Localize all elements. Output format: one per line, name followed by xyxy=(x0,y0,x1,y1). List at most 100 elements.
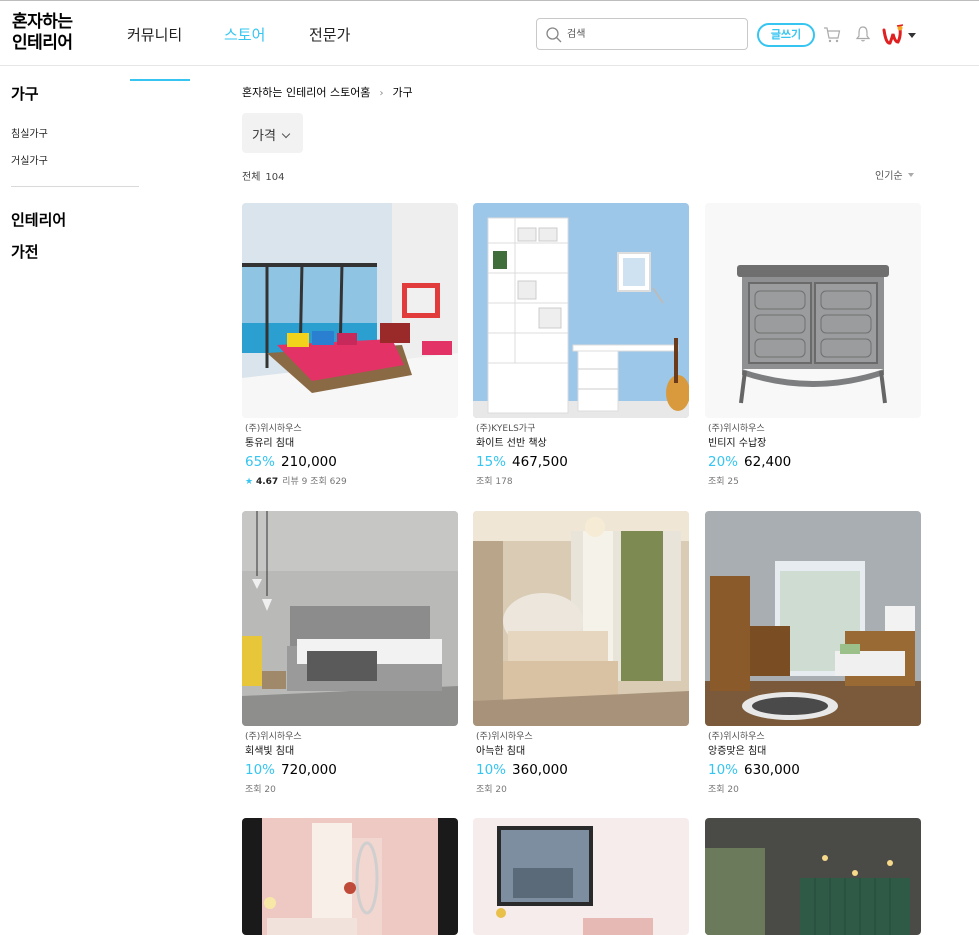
logo-line-2: 인테리어 xyxy=(12,33,73,53)
product-card[interactable] xyxy=(473,818,689,935)
product-price: 62,400 xyxy=(744,454,792,470)
total-number: 104 xyxy=(265,172,285,183)
sort-dropdown[interactable]: 인기순 xyxy=(875,167,914,182)
logo-line-1: 혼자하는 xyxy=(12,12,73,32)
breadcrumb: 혼자하는 인테리어 스토어홈 › 가구 xyxy=(242,84,413,100)
product-card[interactable]: (주)위시하우스 아늑한 침대 10% 360,000 조회 20 xyxy=(473,511,689,795)
cart-icon[interactable] xyxy=(823,26,841,44)
product-meta: ★ 4.67 리뷰 9 조회 629 xyxy=(242,474,458,487)
view-count: 조회 20 xyxy=(476,785,507,795)
product-card[interactable] xyxy=(242,818,458,935)
product-meta: 조회 20 xyxy=(473,782,689,795)
product-meta: 조회 20 xyxy=(705,782,921,795)
product-card[interactable]: (주)KYELS가구 화이트 선반 책상 15% 467,500 조회 178 xyxy=(473,203,689,487)
sidebar-item-livingroom[interactable]: 거실가구 xyxy=(11,152,48,167)
product-brand: (주)KYELS가구 xyxy=(476,424,536,434)
discount-rate: 65% xyxy=(245,454,276,470)
product-price-row: 15% 467,500 xyxy=(473,454,689,470)
product-name[interactable]: 회색빛 침대 xyxy=(242,746,458,758)
breadcrumb-current[interactable]: 가구 xyxy=(392,86,412,99)
nav-active-indicator xyxy=(130,79,190,81)
product-brand: (주)위시하우스 xyxy=(476,732,533,742)
product-image[interactable] xyxy=(705,511,921,726)
product-card[interactable]: (주)위시하우스 앙증맞은 침대 10% 630,000 조회 20 xyxy=(705,511,921,795)
chevron-down-icon xyxy=(281,129,291,139)
discount-rate: 10% xyxy=(476,762,507,778)
product-image[interactable] xyxy=(473,818,689,935)
product-image[interactable] xyxy=(242,203,458,418)
product-name[interactable]: 통유리 침대 xyxy=(242,438,458,450)
total-label: 전체 xyxy=(242,172,261,183)
shelf-desk-photo xyxy=(473,203,689,418)
product-card[interactable]: (주)위시하우스 통유리 침대 65% 210,000 ★ 4.67 리뷰 9 조회… xyxy=(242,203,458,487)
search-input[interactable] xyxy=(567,25,737,43)
product-name[interactable]: 아늑한 침대 xyxy=(473,746,689,758)
product-meta: 조회 20 xyxy=(242,782,458,795)
nav-store[interactable]: 스토어 xyxy=(224,24,265,45)
product-price-row: 10% 720,000 xyxy=(242,762,458,778)
total-count: 전체 104 xyxy=(242,168,285,183)
write-button[interactable]: 글쓰기 xyxy=(757,23,815,47)
sidebar-divider xyxy=(11,186,139,187)
discount-rate: 15% xyxy=(476,454,507,470)
product-brand: (주)위시하우스 xyxy=(245,732,302,742)
star-icon: ★ xyxy=(245,477,254,487)
product-image[interactable] xyxy=(242,818,458,935)
product-image[interactable] xyxy=(473,511,689,726)
top-header: 혼자하는 인테리어 커뮤니티 스토어 전문가 글쓰기 xyxy=(0,1,979,66)
product-brand: (주)위시하우스 xyxy=(708,732,765,742)
product-price-row: 10% 360,000 xyxy=(473,762,689,778)
cozy-bed-photo xyxy=(473,511,689,726)
sidebar-item-bedroom[interactable]: 침실가구 xyxy=(11,125,48,140)
product-image[interactable] xyxy=(705,818,921,935)
search-icon xyxy=(546,27,562,43)
sidebar-title[interactable]: 가구 xyxy=(11,83,39,104)
product-brand: (주)위시하우스 xyxy=(708,424,765,434)
discount-rate: 10% xyxy=(245,762,276,778)
breadcrumb-separator-icon: › xyxy=(379,88,384,99)
view-count: 조회 20 xyxy=(245,785,276,795)
review-view-count: 리뷰 9 조회 629 xyxy=(282,477,347,487)
product-price: 630,000 xyxy=(744,762,800,778)
product-name[interactable]: 화이트 선반 책상 xyxy=(473,438,689,450)
caret-down-icon xyxy=(907,173,914,177)
view-count: 조회 20 xyxy=(708,785,739,795)
painting-room-photo xyxy=(473,818,689,935)
product-price: 467,500 xyxy=(512,454,568,470)
product-price-row: 65% 210,000 xyxy=(242,454,458,470)
product-price-row: 10% 630,000 xyxy=(705,762,921,778)
search-box[interactable] xyxy=(536,18,748,50)
product-price: 360,000 xyxy=(512,762,568,778)
site-logo[interactable]: 혼자하는 인테리어 xyxy=(12,12,73,54)
nav-community[interactable]: 커뮤니티 xyxy=(127,24,182,45)
product-price: 210,000 xyxy=(281,454,337,470)
discount-rate: 10% xyxy=(708,762,739,778)
green-bed-photo xyxy=(705,818,921,935)
user-avatar-icon[interactable] xyxy=(881,24,905,48)
product-image[interactable] xyxy=(473,203,689,418)
price-filter-button[interactable]: 가격 xyxy=(242,113,303,153)
product-card[interactable] xyxy=(705,818,921,935)
product-card[interactable]: (주)위시하우스 회색빛 침대 10% 720,000 조회 20 xyxy=(242,511,458,795)
sort-label: 인기순 xyxy=(875,171,903,182)
product-name[interactable]: 빈티지 수납장 xyxy=(705,438,921,450)
product-name[interactable]: 앙증맞은 침대 xyxy=(705,746,921,758)
product-meta: 조회 25 xyxy=(705,474,921,487)
sidebar-category-appliances[interactable]: 가전 xyxy=(11,241,39,262)
product-image[interactable] xyxy=(705,203,921,418)
bell-icon[interactable] xyxy=(854,25,872,43)
sidebar-category-interior[interactable]: 인테리어 xyxy=(11,209,66,230)
rating-value: 4.67 xyxy=(255,477,279,487)
nav-experts[interactable]: 전문가 xyxy=(309,24,350,45)
product-card[interactable]: (주)위시하우스 빈티지 수납장 20% 62,400 조회 25 xyxy=(705,203,921,487)
product-image[interactable] xyxy=(242,511,458,726)
wooden-bed-photo xyxy=(705,511,921,726)
chevron-down-icon[interactable] xyxy=(908,33,916,38)
price-filter-label: 가격 xyxy=(252,129,276,144)
grey-bed-photo xyxy=(242,511,458,726)
product-price: 720,000 xyxy=(281,762,337,778)
breadcrumb-store-home[interactable]: 혼자하는 인테리어 스토어홈 xyxy=(242,86,370,99)
pink-room-photo xyxy=(242,818,458,935)
product-price-row: 20% 62,400 xyxy=(705,454,921,470)
product-brand: (주)위시하우스 xyxy=(245,424,302,434)
